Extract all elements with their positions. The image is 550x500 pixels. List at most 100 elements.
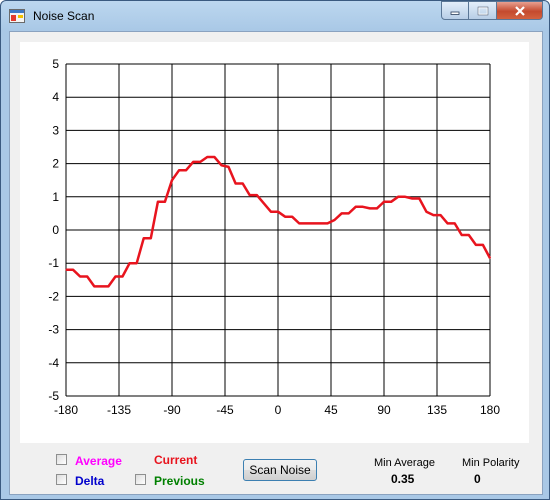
noise-data-point [475,244,477,246]
x-tick-label: 135 [427,403,447,417]
noise-data-point [121,275,124,278]
noise-data-point [220,164,223,166]
y-tick-label: 5 [52,57,59,71]
title-bar[interactable]: Noise Scan [1,1,549,31]
previous-checkbox[interactable] [135,474,146,485]
x-tick-label: -45 [216,403,234,417]
average-label: Average [75,454,122,468]
current-label: Current [154,453,198,467]
noise-data-point [79,275,81,278]
noise-data-point [178,169,180,171]
noise-data-point [341,212,343,214]
maximize-icon [477,6,488,15]
noise-data-point [277,211,279,213]
x-tick-label: -90 [163,403,181,417]
y-tick-label: -4 [48,356,59,370]
noise-data-point [86,275,88,278]
noise-chart-svg: 5 4 3 2 1 0 -1 -2 -3 -4 -5 -180 -135 -90 -45 0 45 90 135 1… [48,57,500,417]
noise-data-point [65,269,67,271]
chart-grid [65,63,491,397]
noise-data-point [397,196,399,198]
y-tick-label: -5 [48,389,59,403]
noise-data-point [312,222,314,224]
y-axis-ticks: 5 4 3 2 1 0 -1 -2 -3 -4 -5 [48,57,59,403]
y-tick-label: 2 [52,157,59,171]
application-icon [9,9,25,23]
x-tick-label: 45 [324,403,338,417]
noise-chart: 5 4 3 2 1 0 -1 -2 -3 -4 -5 -180 -135 -90 -45 0 45 90 135 1… [20,42,529,443]
noise-data-point [136,262,138,264]
x-tick-label: 90 [377,403,391,417]
noise-data-point [326,222,329,224]
maximize-button[interactable] [469,1,497,20]
noise-data-point [489,257,491,259]
noise-data-point [164,201,166,203]
noise-data-point [348,212,350,214]
y-tick-label: -3 [48,323,59,337]
caption-buttons [441,1,543,21]
noise-data-point [376,207,378,210]
noise-data-point [411,197,413,200]
noise-data-point [333,219,336,221]
noise-data-point [369,207,371,210]
client-area: 5 4 3 2 1 0 -1 -2 -3 -4 -5 -180 -135 -90 -45 0 45 90 135 1… [9,31,543,495]
min-polarity-label: Min Polarity [462,457,520,469]
x-tick-label: 0 [275,403,282,417]
y-tick-label: 4 [52,90,59,104]
noise-data-point [305,222,307,224]
noise-data-point [270,211,272,213]
noise-data-point [263,202,265,205]
y-tick-label: 0 [52,223,59,237]
noise-data-point [432,214,435,216]
noise-data-point [319,222,321,224]
y-tick-label: 1 [52,190,59,204]
noise-data-point [114,275,117,278]
noise-data-point [461,234,463,236]
noise-data-point [235,182,237,185]
average-checkbox[interactable] [56,454,67,465]
noise-data-point [129,262,131,264]
noise-data-point [454,222,456,224]
noise-data-point [199,161,201,163]
noise-data-point [256,194,258,196]
noise-data-point [93,285,95,288]
noise-data-point [425,211,427,213]
y-tick-label: -2 [48,289,59,303]
noise-data-point [206,156,208,158]
noise-data-point [227,166,230,168]
noise-data-point [298,222,300,224]
previous-label: Previous [154,474,205,488]
window-title: Noise Scan [33,9,95,23]
noise-data-point [439,214,442,216]
noise-data-point [72,269,74,271]
x-tick-label: -135 [107,403,131,417]
y-tick-label: 3 [52,123,59,137]
minimize-button[interactable] [441,1,469,20]
noise-data-point [447,222,449,224]
noise-data-point [291,216,293,218]
noise-data-point [418,197,420,200]
x-axis-ticks: -180 -135 -90 -45 0 45 90 135 180 [54,403,500,417]
noise-data-point [362,206,364,208]
close-icon [514,5,525,16]
noise-data-point [242,182,244,185]
min-average-value: 0.35 [391,472,415,486]
noise-data-point [171,179,173,181]
scan-noise-button[interactable]: Scan Noise [243,459,317,481]
delta-checkbox[interactable] [56,474,67,485]
delta-label: Delta [75,474,105,488]
noise-data-point [213,156,215,158]
close-button[interactable] [497,1,543,20]
noise-data-point [468,234,470,236]
x-tick-label: 180 [480,403,500,417]
y-tick-label: -1 [48,256,59,270]
x-tick-label: -180 [54,403,78,417]
noise-data-point [404,196,406,198]
noise-data-point [150,237,152,239]
noise-data-point [284,216,286,218]
noise-data-point [192,161,194,163]
noise-data-point [100,285,102,288]
noise-data-point [383,201,385,203]
min-average-label: Min Average [374,457,435,469]
noise-data-point [185,169,187,171]
